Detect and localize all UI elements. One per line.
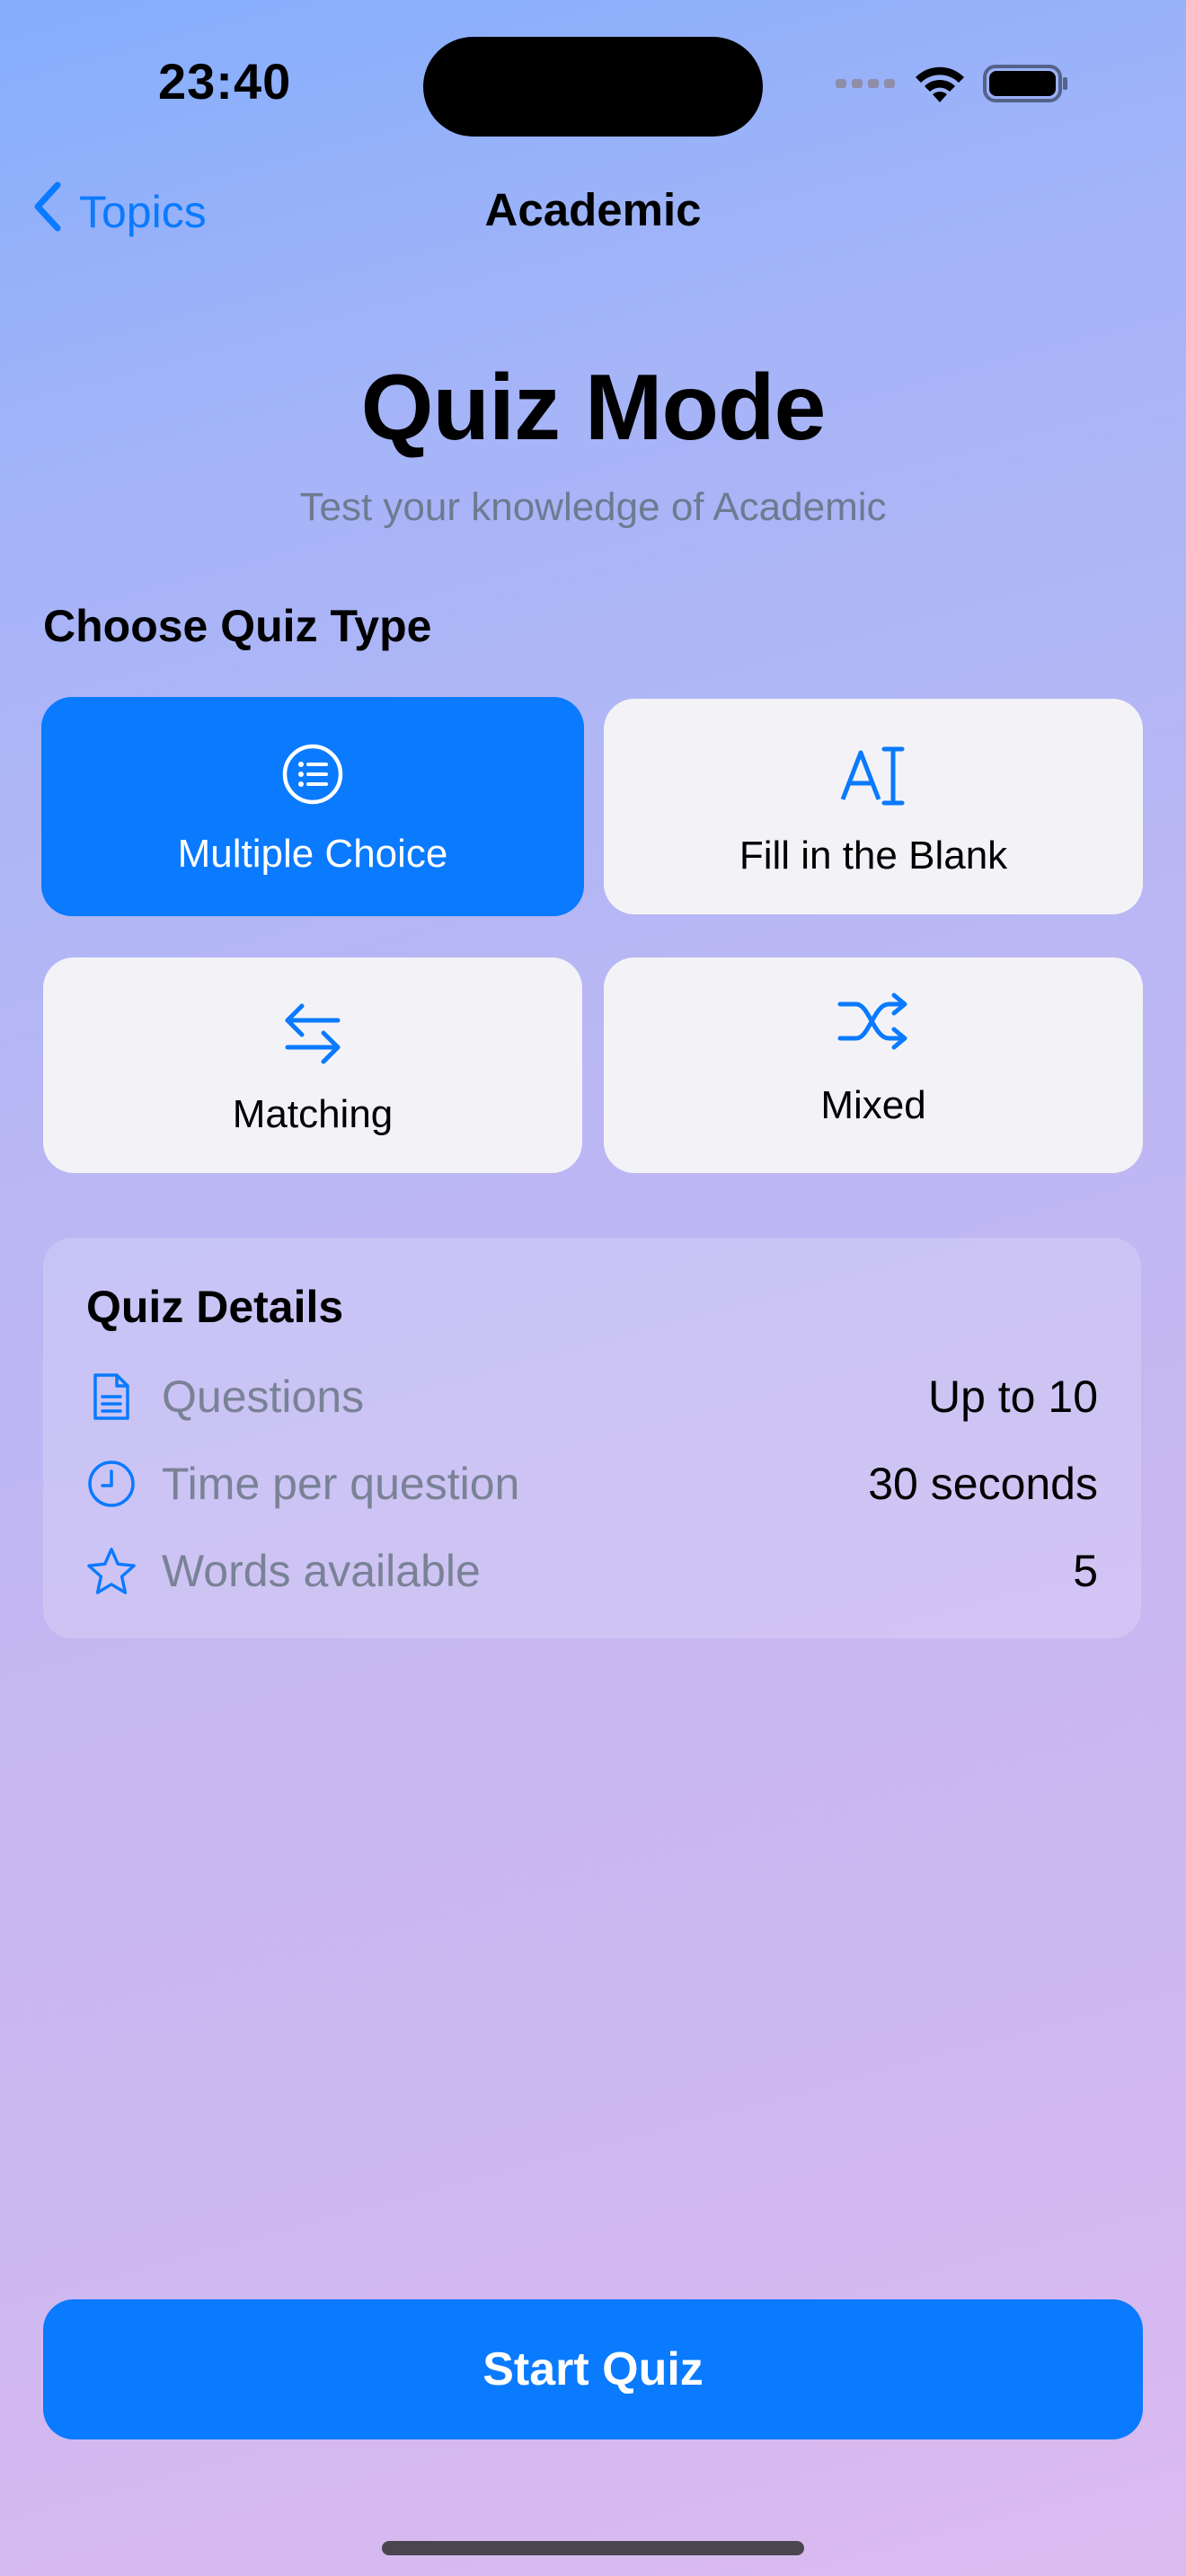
quiz-type-label: Fill in the Blank	[739, 834, 1008, 878]
quiz-details-panel: Quiz Details Questions Up to 10 Time per…	[43, 1238, 1141, 1638]
quiz-type-section-title: Choose Quiz Type	[43, 601, 432, 651]
status-time: 23:40	[158, 53, 292, 110]
detail-label: Questions	[162, 1372, 365, 1422]
page-title: Quiz Mode	[360, 356, 827, 460]
detail-row-time-per-question: Time per question 30 seconds	[86, 1452, 1098, 1515]
detail-row-questions: Questions Up to 10	[86, 1365, 1098, 1428]
quiz-type-label: Multiple Choice	[177, 832, 448, 876]
shuffle-icon	[604, 990, 1143, 1053]
detail-row-words-available: Words available 5	[86, 1539, 1098, 1602]
quiz-type-label: Matching	[232, 1092, 394, 1136]
star-icon	[86, 1546, 137, 1596]
quiz-type-matching[interactable]: Matching	[43, 957, 582, 1173]
clock-icon	[86, 1459, 137, 1509]
detail-value: 5	[1073, 1546, 1098, 1596]
dynamic-island	[423, 37, 763, 137]
document-icon	[86, 1372, 137, 1422]
detail-value: Up to 10	[927, 1372, 1098, 1422]
quiz-type-fill-in-the-blank[interactable]: Fill in the Blank	[604, 699, 1143, 914]
start-quiz-button[interactable]: Start Quiz	[43, 2299, 1143, 2439]
text-cursor-icon	[604, 740, 1143, 812]
quiz-mode-screen: 23:40 Topics Academic Quiz Mode Test you…	[0, 0, 1186, 2576]
arrows-left-right-icon	[43, 988, 582, 1078]
list-bullet-circle-icon	[41, 738, 584, 810]
quiz-type-multiple-choice[interactable]: Multiple Choice	[41, 697, 584, 916]
battery-icon	[983, 63, 1069, 109]
wifi-icon	[913, 63, 967, 109]
quiz-details-title: Quiz Details	[86, 1282, 344, 1332]
detail-label: Words available	[162, 1546, 481, 1596]
home-indicator[interactable]	[382, 2541, 804, 2555]
detail-label: Time per question	[162, 1459, 520, 1509]
detail-value: 30 seconds	[868, 1459, 1098, 1509]
quiz-type-label: Mixed	[820, 1083, 926, 1127]
quiz-type-mixed[interactable]: Mixed	[604, 957, 1143, 1173]
cellular-dots-icon	[836, 77, 897, 94]
page-subtitle: Test your knowledge of Academic	[299, 485, 887, 529]
status-icons	[836, 63, 1069, 109]
nav-title: Academic	[484, 184, 702, 235]
